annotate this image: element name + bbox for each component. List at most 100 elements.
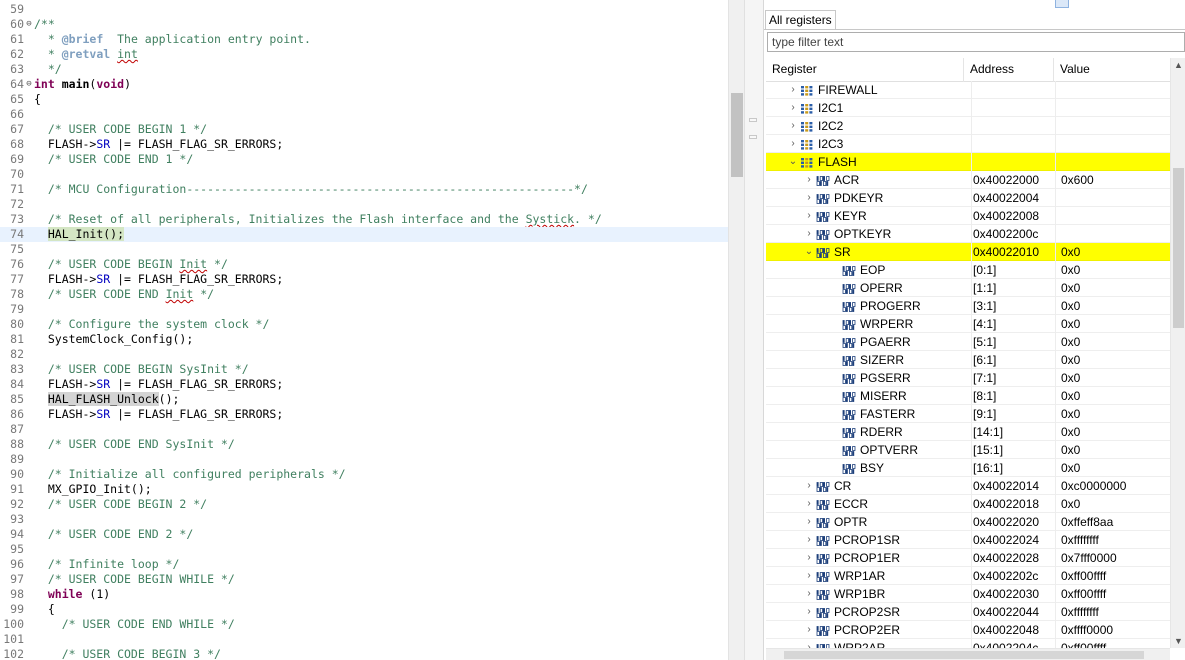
expand-chevron-icon[interactable]: › bbox=[788, 99, 798, 117]
expand-chevron-icon[interactable]: › bbox=[804, 531, 814, 549]
code-line[interactable]: 60 ⊖/** bbox=[0, 17, 728, 32]
code-line[interactable]: 63 */ bbox=[0, 62, 728, 77]
column-header-address[interactable]: Address bbox=[964, 58, 1054, 82]
filter-input[interactable] bbox=[767, 32, 1185, 52]
code-line[interactable]: 79 bbox=[0, 302, 728, 317]
expand-chevron-icon[interactable]: › bbox=[804, 477, 814, 495]
expand-chevron-icon[interactable]: › bbox=[804, 621, 814, 639]
expand-chevron-icon[interactable]: › bbox=[804, 603, 814, 621]
tab-all-registers[interactable]: All registers bbox=[765, 10, 836, 30]
code-line[interactable]: 83 /* USER CODE BEGIN SysInit */ bbox=[0, 362, 728, 377]
expand-chevron-icon[interactable]: › bbox=[788, 135, 798, 153]
code-line[interactable]: 95 bbox=[0, 542, 728, 557]
register-value[interactable]: 0x600 bbox=[1055, 171, 1170, 189]
code-line[interactable]: 82 bbox=[0, 347, 728, 362]
register-row[interactable]: › OPTR 0x40022020 0xffeff8aa bbox=[766, 513, 1170, 531]
code-line[interactable]: 94 /* USER CODE END 2 */ bbox=[0, 527, 728, 542]
registers-hscroll-thumb[interactable] bbox=[784, 651, 1144, 659]
register-value[interactable]: 0x0 bbox=[1055, 351, 1170, 369]
register-value[interactable]: 0xffeff8aa bbox=[1055, 513, 1170, 531]
register-row[interactable]: › I2C3 bbox=[766, 135, 1170, 153]
toolbar-button[interactable] bbox=[1135, 0, 1149, 8]
register-value[interactable] bbox=[1055, 225, 1170, 243]
code-line[interactable]: 98 while (1) bbox=[0, 587, 728, 602]
register-row[interactable]: PROGERR [3:1] 0x0 bbox=[766, 297, 1170, 315]
code-line[interactable]: 87 bbox=[0, 422, 728, 437]
register-value[interactable]: 0xffff0000 bbox=[1055, 621, 1170, 639]
expand-chevron-icon[interactable]: › bbox=[788, 117, 798, 135]
register-value[interactable]: 0xc0000000 bbox=[1055, 477, 1170, 495]
register-value[interactable]: 0x0 bbox=[1055, 405, 1170, 423]
register-value[interactable]: 0x0 bbox=[1055, 369, 1170, 387]
code-line[interactable]: 61 * @brief The application entry point. bbox=[0, 32, 728, 47]
register-value[interactable]: 0x0 bbox=[1055, 423, 1170, 441]
register-value[interactable]: 0xff00ffff bbox=[1055, 585, 1170, 603]
register-value[interactable] bbox=[1055, 99, 1170, 117]
column-header-value[interactable]: Value bbox=[1054, 58, 1170, 82]
register-value[interactable]: 0x0 bbox=[1055, 495, 1170, 513]
register-row[interactable]: › CR 0x40022014 0xc0000000 bbox=[766, 477, 1170, 495]
register-value[interactable] bbox=[1055, 189, 1170, 207]
scroll-up-icon[interactable]: ▲ bbox=[1171, 58, 1185, 72]
register-row[interactable]: SIZERR [6:1] 0x0 bbox=[766, 351, 1170, 369]
registers-vertical-scrollbar[interactable]: ▲ ▼ bbox=[1170, 58, 1185, 648]
code-line[interactable]: 84 FLASH->SR |= FLASH_FLAG_SR_ERRORS; bbox=[0, 377, 728, 392]
code-line[interactable]: 77 FLASH->SR |= FLASH_FLAG_SR_ERRORS; bbox=[0, 272, 728, 287]
register-value[interactable] bbox=[1055, 135, 1170, 153]
expand-chevron-icon[interactable]: › bbox=[804, 549, 814, 567]
hex-format-button[interactable] bbox=[1055, 0, 1069, 8]
code-line[interactable]: 69 /* USER CODE END 1 */ bbox=[0, 152, 728, 167]
register-value[interactable]: 0x0 bbox=[1055, 459, 1170, 477]
expand-chevron-icon[interactable]: › bbox=[804, 567, 814, 585]
code-line[interactable]: 88 /* USER CODE END SysInit */ bbox=[0, 437, 728, 452]
register-value[interactable]: 0x0 bbox=[1055, 261, 1170, 279]
code-line[interactable]: 100 /* USER CODE END WHILE */ bbox=[0, 617, 728, 632]
register-row[interactable]: MISERR [8:1] 0x0 bbox=[766, 387, 1170, 405]
register-row[interactable]: › WRP1AR 0x4002202c 0xff00ffff bbox=[766, 567, 1170, 585]
register-value[interactable]: 0x0 bbox=[1055, 441, 1170, 459]
code-line[interactable]: 65 { bbox=[0, 92, 728, 107]
code-line[interactable]: 70 bbox=[0, 167, 728, 182]
code-line[interactable]: 67 /* USER CODE BEGIN 1 */ bbox=[0, 122, 728, 137]
register-value[interactable]: 0x7fff0000 bbox=[1055, 549, 1170, 567]
code-line[interactable]: 91 MX_GPIO_Init(); bbox=[0, 482, 728, 497]
code-line[interactable]: 59 bbox=[0, 2, 728, 17]
code-line[interactable]: 75 bbox=[0, 242, 728, 257]
register-value[interactable] bbox=[1055, 153, 1170, 171]
code-line[interactable]: 80 /* Configure the system clock */ bbox=[0, 317, 728, 332]
registers-horizontal-scrollbar[interactable] bbox=[766, 648, 1170, 660]
code-line[interactable]: 102 /* USER CODE BEGIN 3 */ bbox=[0, 647, 728, 660]
code-line[interactable]: 78 /* USER CODE END Init */ bbox=[0, 287, 728, 302]
register-row[interactable]: RDERR [14:1] 0x0 bbox=[766, 423, 1170, 441]
expand-chevron-icon[interactable]: › bbox=[804, 207, 814, 225]
register-value[interactable]: 0x0 bbox=[1055, 387, 1170, 405]
code-line[interactable]: 62 * @retval int bbox=[0, 47, 728, 62]
fold-toggle-icon[interactable]: ⊖ bbox=[24, 17, 34, 32]
code-line[interactable]: 85 HAL_FLASH_Unlock(); bbox=[0, 392, 728, 407]
register-row[interactable]: › I2C2 bbox=[766, 117, 1170, 135]
register-row[interactable]: ⌄ SR 0x40022010 0x0 bbox=[766, 243, 1170, 261]
register-row[interactable]: › ECCR 0x40022018 0x0 bbox=[766, 495, 1170, 513]
editor-scrollbar[interactable] bbox=[728, 0, 744, 660]
code-line[interactable]: 93 bbox=[0, 512, 728, 527]
code-line[interactable]: 81 SystemClock_Config(); bbox=[0, 332, 728, 347]
register-row[interactable]: ⌄ FLASH bbox=[766, 153, 1170, 171]
register-row[interactable]: PGAERR [5:1] 0x0 bbox=[766, 333, 1170, 351]
register-value[interactable] bbox=[1055, 117, 1170, 135]
expand-chevron-icon[interactable]: › bbox=[804, 171, 814, 189]
register-row[interactable]: WRPERR [4:1] 0x0 bbox=[766, 315, 1170, 333]
code-line[interactable]: 97 /* USER CODE BEGIN WHILE */ bbox=[0, 572, 728, 587]
code-line[interactable]: 73 /* Reset of all peripherals, Initiali… bbox=[0, 212, 728, 227]
code-line[interactable]: 92 /* USER CODE BEGIN 2 */ bbox=[0, 497, 728, 512]
register-row[interactable]: › KEYR 0x40022008 bbox=[766, 207, 1170, 225]
register-row[interactable]: › PCROP2SR 0x40022044 0xffffffff bbox=[766, 603, 1170, 621]
collapse-chevron-icon[interactable]: ⌄ bbox=[788, 153, 798, 171]
code-line[interactable]: 72 bbox=[0, 197, 728, 212]
register-value[interactable] bbox=[1055, 81, 1170, 99]
register-row[interactable]: OPTVERR [15:1] 0x0 bbox=[766, 441, 1170, 459]
code-line[interactable]: 99 { bbox=[0, 602, 728, 617]
register-row[interactable]: › FIREWALL bbox=[766, 81, 1170, 99]
collapse-chevron-icon[interactable]: ⌄ bbox=[804, 243, 814, 261]
code-line[interactable]: 89 bbox=[0, 452, 728, 467]
register-value[interactable]: 0x0 bbox=[1055, 315, 1170, 333]
